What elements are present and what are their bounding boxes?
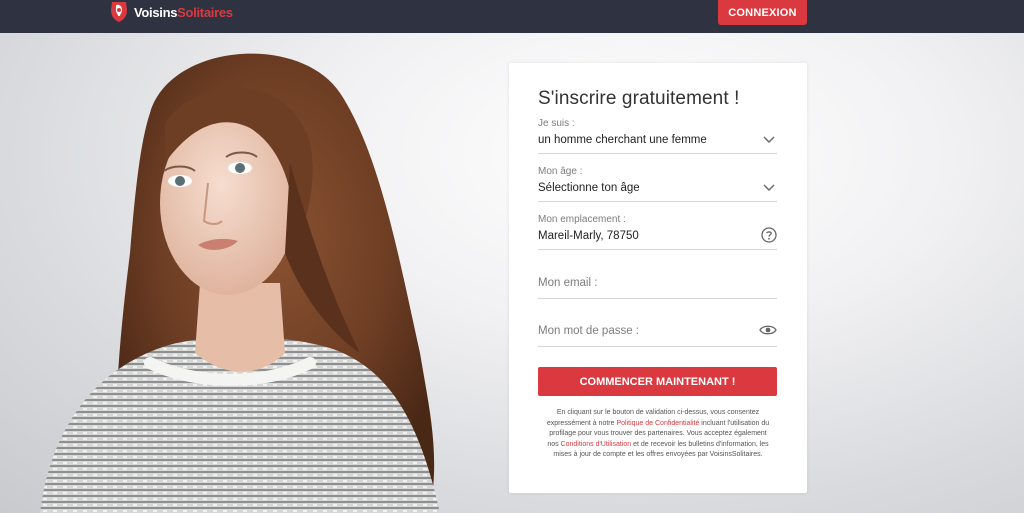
legal-disclaimer: En cliquant sur le bouton de validation … bbox=[545, 408, 771, 461]
login-button[interactable]: CONNEXION bbox=[718, 0, 807, 25]
password-field[interactable]: Mon mot de passe : bbox=[538, 325, 777, 348]
age-underline bbox=[538, 201, 777, 202]
privacy-policy-link[interactable]: Politique de Confidentialité bbox=[616, 420, 699, 427]
email-placeholder: Mon email : bbox=[538, 277, 598, 289]
age-value: Sélectionne ton âge bbox=[538, 182, 640, 194]
form-title: S'inscrire gratuitement ! bbox=[538, 88, 740, 109]
hero-photo bbox=[0, 33, 500, 513]
site-logo[interactable]: Voisins Solitaires bbox=[108, 0, 233, 25]
question-circle-icon[interactable] bbox=[761, 227, 777, 243]
seeking-label: Je suis : bbox=[538, 118, 575, 129]
registration-card: S'inscrire gratuitement ! Je suis : un h… bbox=[509, 63, 807, 493]
age-select[interactable]: Mon âge : Sélectionne ton âge bbox=[538, 166, 777, 203]
location-field[interactable]: Mon emplacement : Mareil-Marly, 78750 bbox=[538, 214, 777, 251]
email-field[interactable]: Mon email : bbox=[538, 277, 777, 300]
chevron-down-icon bbox=[763, 184, 775, 191]
eye-icon[interactable] bbox=[759, 324, 777, 336]
location-underline bbox=[538, 249, 777, 250]
password-underline bbox=[538, 346, 777, 347]
logo-head-icon bbox=[108, 1, 130, 24]
seeking-value: un homme cherchant une femme bbox=[538, 134, 707, 146]
location-label: Mon emplacement : bbox=[538, 214, 626, 225]
logo-text-voisins: Voisins bbox=[134, 5, 178, 20]
chevron-down-icon bbox=[763, 136, 775, 143]
age-label: Mon âge : bbox=[538, 166, 583, 177]
email-underline bbox=[538, 298, 777, 299]
password-placeholder: Mon mot de passe : bbox=[538, 325, 639, 337]
seeking-select[interactable]: Je suis : un homme cherchant une femme bbox=[538, 118, 777, 155]
top-navigation-bar: Voisins Solitaires CONNEXION bbox=[0, 0, 1024, 33]
logo-text-solitaires: Solitaires bbox=[177, 5, 233, 20]
start-now-button[interactable]: COMMENCER MAINTENANT ! bbox=[538, 367, 777, 396]
seeking-underline bbox=[538, 153, 777, 154]
logo-wordmark: Voisins Solitaires bbox=[134, 5, 233, 20]
location-value: Mareil-Marly, 78750 bbox=[538, 230, 639, 242]
terms-link[interactable]: Conditions d'Utilisation bbox=[561, 441, 632, 448]
